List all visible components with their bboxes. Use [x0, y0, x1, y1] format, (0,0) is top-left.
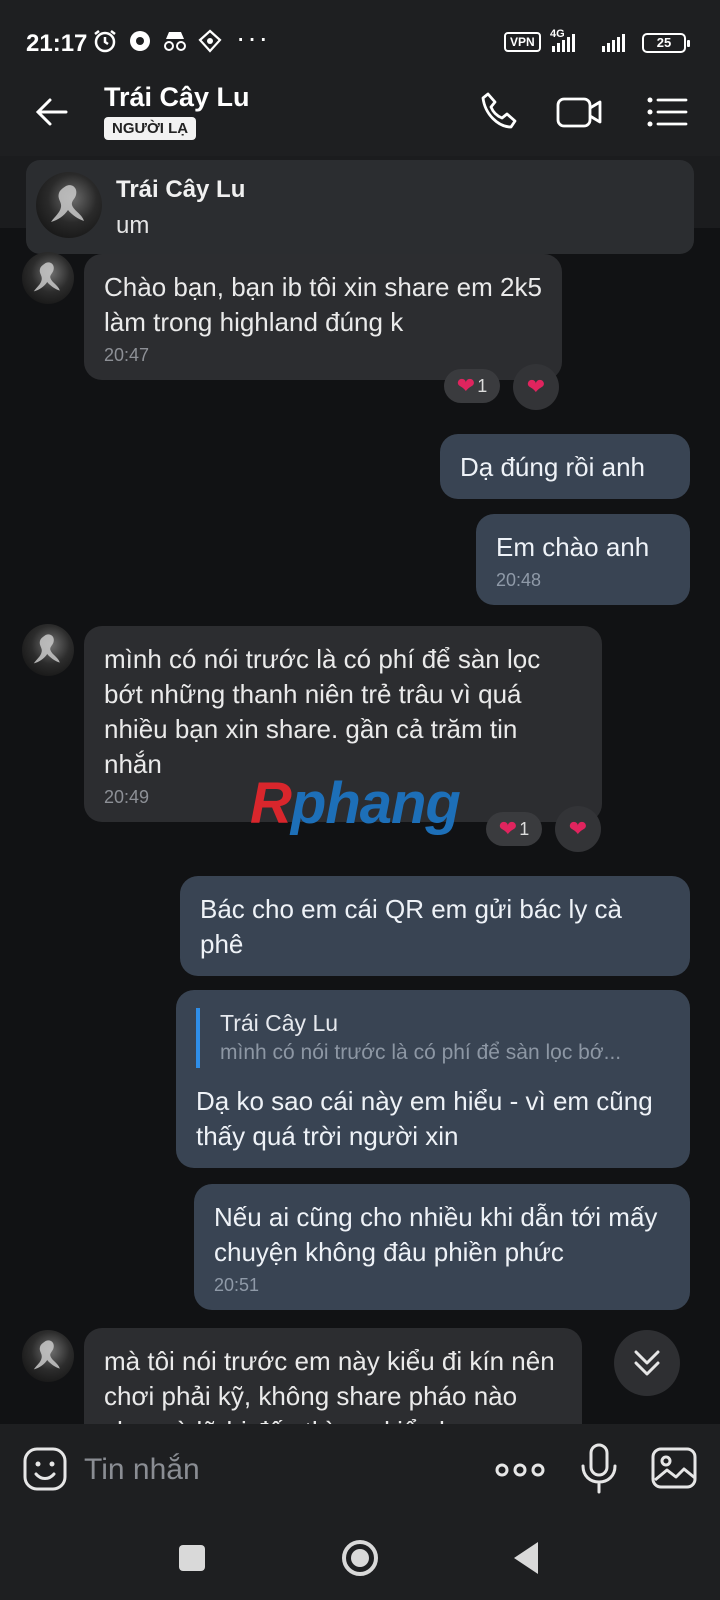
- message-time: 20:48: [496, 570, 542, 590]
- message-text: mình có nói trước là có phí để sàn lọc b…: [104, 644, 541, 779]
- incognito-icon: [164, 32, 186, 51]
- message-text: Em chào anh: [496, 532, 650, 562]
- quoted-sender: Trái Cây Lu: [220, 1010, 339, 1036]
- reaction-badge[interactable]: ❤ 1: [444, 369, 500, 403]
- microphone-icon[interactable]: [576, 1442, 622, 1496]
- quoted-message[interactable]: Trái Cây Lu mình có nói trước là có phí …: [196, 1008, 670, 1068]
- message-text: Chào bạn, bạn ib tôi xin share em 2k5 là…: [104, 272, 542, 337]
- emoji-icon[interactable]: [22, 1446, 68, 1492]
- message-bubble-outgoing[interactable]: Bác cho em cái QR em gửi bác ly cà phê: [180, 876, 690, 976]
- status-icons: [92, 28, 222, 54]
- avatar[interactable]: [22, 624, 74, 676]
- react-heart-button[interactable]: ❤: [555, 806, 601, 852]
- quoted-text: mình có nói trước là có phí để sàn lọc b…: [220, 1041, 622, 1064]
- message-bubble-outgoing[interactable]: Nếu ai cũng cho nhiều khi dẫn tới mấy ch…: [194, 1184, 690, 1310]
- heart-icon: ❤: [498, 816, 518, 841]
- more-options-icon[interactable]: [494, 1450, 546, 1490]
- status-overflow: ···: [236, 22, 270, 53]
- message-bubble-outgoing[interactable]: Dạ đúng rồi anh: [440, 434, 690, 499]
- react-heart-button[interactable]: ❤: [513, 364, 559, 410]
- avatar[interactable]: [22, 1330, 74, 1382]
- watermark-logo: Rphang: [250, 771, 461, 836]
- heart-icon: ❤: [568, 816, 588, 841]
- message-time: 20:51: [214, 1275, 260, 1295]
- message-text: Bác cho em cái QR em gửi bác ly cà phê: [200, 894, 623, 959]
- message-text: Dạ đúng rồi anh: [460, 452, 646, 482]
- alarm-icon: [94, 30, 116, 53]
- chat-header: Trái Cây Lu NGƯỜI LẠ: [0, 70, 720, 156]
- video-call-icon[interactable]: [556, 88, 604, 136]
- avatar: [36, 172, 102, 238]
- message-input[interactable]: [84, 1450, 464, 1490]
- heart-icon: ❤: [456, 373, 476, 398]
- back-icon[interactable]: [504, 1534, 552, 1582]
- status-time: 21:17: [26, 30, 88, 57]
- reaction-badge[interactable]: ❤ 1: [486, 812, 542, 846]
- heart-icon: ❤: [526, 374, 546, 399]
- scroll-to-bottom-button[interactable]: [614, 1330, 680, 1396]
- system-nav-bar: [0, 1516, 720, 1600]
- message-time: 20:47: [104, 345, 150, 365]
- signal-icon: [552, 34, 575, 52]
- vpn-badge: VPN: [504, 32, 541, 52]
- phone-icon[interactable]: [476, 88, 524, 136]
- message-text: Nếu ai cũng cho nhiều khi dẫn tới mấy ch…: [214, 1202, 658, 1267]
- message-bubble-outgoing-reply[interactable]: Trái Cây Lu mình có nói trước là có phí …: [176, 990, 690, 1168]
- stranger-badge: NGƯỜI LẠ: [104, 117, 197, 140]
- home-icon[interactable]: [336, 1534, 384, 1582]
- back-arrow-icon[interactable]: [30, 90, 74, 134]
- double-chevron-down-icon: [634, 1350, 660, 1376]
- battery-indicator: 25: [642, 33, 690, 53]
- pinned-text: um: [116, 212, 150, 239]
- pinned-message[interactable]: Trái Cây Lu um: [26, 160, 694, 254]
- reaction-count: 1: [477, 375, 488, 396]
- menu-icon[interactable]: [642, 88, 690, 136]
- pinned-sender: Trái Cây Lu: [116, 176, 246, 203]
- recents-icon[interactable]: [168, 1534, 216, 1582]
- avatar[interactable]: [22, 252, 74, 304]
- message-bubble-outgoing[interactable]: Em chào anh 20:48: [476, 514, 690, 605]
- message-bubble-incoming[interactable]: Chào bạn, bạn ib tôi xin share em 2k5 là…: [84, 254, 562, 380]
- chat-title: Trái Cây Lu: [104, 82, 250, 112]
- reaction-count: 1: [519, 818, 530, 839]
- security-icon: [198, 29, 222, 53]
- chrome-icon: [130, 31, 150, 51]
- signal-icon-2: [602, 34, 625, 52]
- image-gallery-icon[interactable]: [650, 1444, 698, 1492]
- composer-bar: [0, 1424, 720, 1516]
- message-text: Dạ ko sao cái này em hiểu - vì em cũng t…: [196, 1086, 653, 1151]
- status-bar: 21:17 ··· VPN 4G 25: [0, 0, 720, 70]
